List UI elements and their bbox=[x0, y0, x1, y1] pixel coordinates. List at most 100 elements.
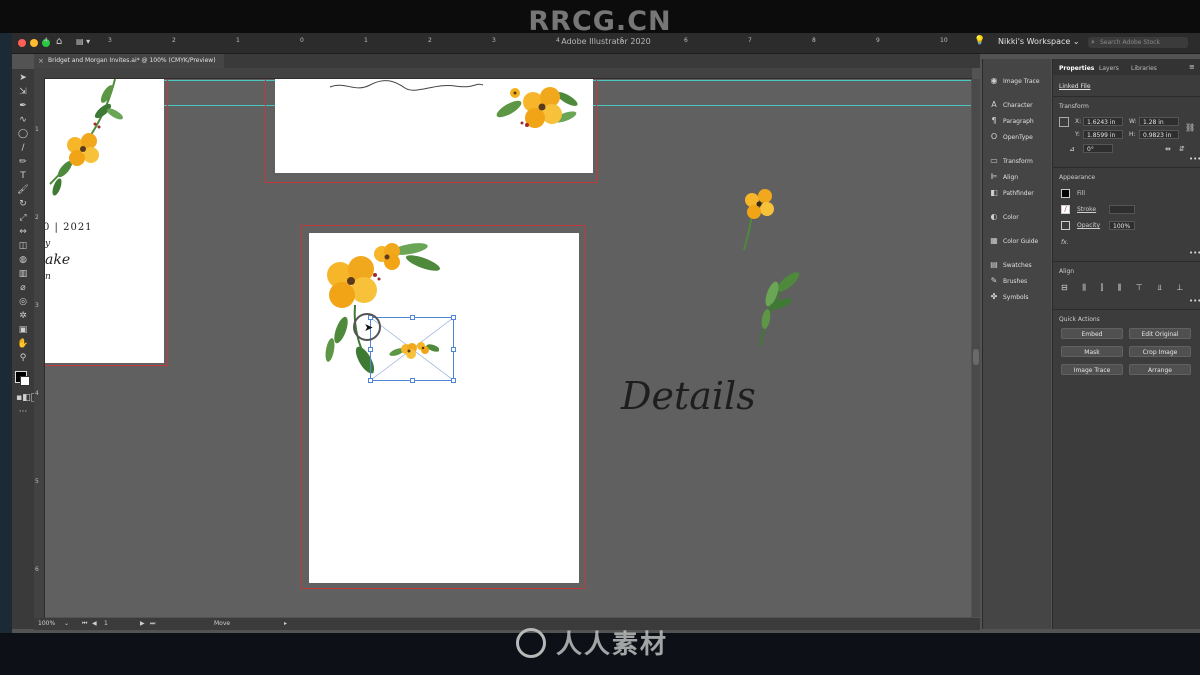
eyedropper-tool-icon[interactable]: ⌀ bbox=[16, 283, 30, 293]
resize-handle[interactable] bbox=[451, 315, 456, 320]
panel-image-trace[interactable]: ◉ Image Trace bbox=[989, 75, 1040, 87]
zoom-level[interactable]: 100% bbox=[38, 618, 55, 630]
resize-handle[interactable] bbox=[451, 378, 456, 383]
artboard-main[interactable]: ➤ bbox=[309, 233, 579, 583]
arrange-button[interactable]: Arrange bbox=[1129, 364, 1191, 375]
pen-tool-icon[interactable]: ✒ bbox=[16, 101, 30, 111]
panel-symbols[interactable]: ✤ Symbols bbox=[989, 291, 1029, 303]
align-buttons-row[interactable]: ⊟ ⫼ ⫿ ⫼ ⊤ ⫫ ⊥ bbox=[1061, 283, 1189, 293]
hand-tool-icon[interactable]: ✋ bbox=[16, 339, 30, 349]
workspace-switcher[interactable]: Nikki's Workspace ⌄ bbox=[998, 37, 1080, 46]
more-tools-icon[interactable]: ··· bbox=[16, 407, 30, 417]
constrain-proportions-icon[interactable]: ⛓ bbox=[1185, 123, 1195, 132]
reference-point-icon[interactable] bbox=[1059, 117, 1069, 127]
panel-menu-icon[interactable]: ≡ bbox=[1189, 63, 1195, 71]
scale-tool-icon[interactable]: ⤢ bbox=[16, 213, 30, 223]
tab-libraries[interactable]: Libraries bbox=[1131, 65, 1157, 72]
width-tool-icon[interactable]: ⇔ bbox=[16, 227, 30, 237]
next-artboard-icon[interactable]: ▶ bbox=[140, 618, 145, 630]
flip-vertical-icon[interactable]: ⇵ bbox=[1179, 145, 1185, 153]
more-options-icon[interactable]: ••• bbox=[1189, 249, 1200, 257]
stroke-weight-field[interactable] bbox=[1109, 205, 1135, 214]
eraser-tool-icon[interactable]: ◫ bbox=[16, 241, 30, 251]
type-tool-icon[interactable]: T bbox=[16, 171, 30, 181]
zoom-dropdown-icon[interactable]: ⌄ bbox=[64, 618, 69, 630]
direct-selection-tool-icon[interactable]: ⇲ bbox=[16, 87, 30, 97]
symbol-sprayer-tool-icon[interactable]: ✲ bbox=[16, 311, 30, 321]
canvas[interactable]: 0 | 2021 y ake n ➤ Details bbox=[45, 79, 971, 617]
horizontal-ruler[interactable] bbox=[34, 68, 972, 79]
stroke-label[interactable]: Stroke bbox=[1077, 206, 1096, 213]
stock-search-input[interactable]: ⌕ Search Adobe Stock bbox=[1088, 37, 1188, 48]
zoom-tool-icon[interactable]: ⚲ bbox=[16, 353, 30, 363]
scroll-thumb[interactable] bbox=[973, 349, 979, 365]
h-field[interactable]: 0.9823 in bbox=[1139, 130, 1179, 139]
panel-character[interactable]: A Character bbox=[989, 99, 1032, 111]
crop-image-button[interactable]: Crop Image bbox=[1129, 346, 1191, 357]
resize-handle[interactable] bbox=[368, 378, 373, 383]
artboard-top[interactable] bbox=[275, 79, 593, 173]
lightbulb-icon[interactable]: 💡 bbox=[974, 36, 985, 46]
gradient-tool-icon[interactable]: ▥ bbox=[16, 269, 30, 279]
effects-fx-button[interactable]: fx. bbox=[1061, 239, 1069, 246]
document-tab[interactable]: × Bridget and Morgan Invites.ai* @ 100% … bbox=[34, 54, 224, 68]
w-field[interactable]: 1.28 in bbox=[1139, 117, 1179, 126]
panel-color-guide[interactable]: ▦ Color Guide bbox=[989, 235, 1038, 247]
details-script-heading[interactable]: Details bbox=[621, 374, 756, 418]
paintbrush-tool-icon[interactable]: 🖌 bbox=[16, 185, 30, 195]
fill-color-swatch[interactable] bbox=[1061, 189, 1070, 198]
panel-brushes[interactable]: ✎ Brushes bbox=[989, 275, 1028, 287]
embed-button[interactable]: Embed bbox=[1061, 328, 1123, 339]
pencil-tool-icon[interactable]: ✏ bbox=[16, 157, 30, 167]
prev-artboard-icon[interactable]: ◀ bbox=[92, 618, 97, 630]
green-leaf-sprig-image[interactable] bbox=[750, 264, 810, 349]
stroke-swatch[interactable] bbox=[20, 376, 30, 386]
more-options-icon[interactable]: ••• bbox=[1189, 297, 1200, 305]
selected-linked-image[interactable] bbox=[368, 315, 456, 383]
ruler-tick-label: 4 bbox=[35, 390, 39, 397]
curvature-tool-icon[interactable]: ∿ bbox=[16, 115, 30, 125]
rotate-tool-icon[interactable]: ↻ bbox=[16, 199, 30, 209]
opacity-label[interactable]: Opacity bbox=[1077, 222, 1100, 229]
opacity-field[interactable]: 100% bbox=[1109, 221, 1135, 230]
status-menu-icon[interactable]: ▸ bbox=[284, 618, 287, 630]
image-trace-button[interactable]: Image Trace bbox=[1061, 364, 1123, 375]
flip-horizontal-icon[interactable]: ⇹ bbox=[1165, 145, 1171, 153]
vertical-scrollbar[interactable] bbox=[972, 79, 980, 617]
tab-properties[interactable]: Properties bbox=[1059, 65, 1094, 72]
panel-color[interactable]: ◐ Color bbox=[989, 211, 1019, 223]
edit-original-button[interactable]: Edit Original bbox=[1129, 328, 1191, 339]
mask-button[interactable]: Mask bbox=[1061, 346, 1123, 357]
blend-tool-icon[interactable]: ◎ bbox=[16, 297, 30, 307]
panel-pathfinder[interactable]: ◧ Pathfinder bbox=[989, 187, 1034, 199]
artboard-tool-icon[interactable]: ▣ bbox=[16, 325, 30, 335]
selection-tool-icon[interactable]: ➤ bbox=[16, 73, 30, 83]
artboard-number[interactable]: 1 bbox=[104, 618, 108, 630]
panel-opentype[interactable]: O OpenType bbox=[989, 131, 1033, 143]
panel-align[interactable]: ⊫ Align bbox=[989, 171, 1019, 183]
rotate-field[interactable]: 0° bbox=[1083, 144, 1113, 153]
artboard-left[interactable]: 0 | 2021 y ake n bbox=[45, 79, 164, 363]
panel-swatches[interactable]: ▤ Swatches bbox=[989, 259, 1031, 271]
resize-handle[interactable] bbox=[451, 347, 456, 352]
last-artboard-icon[interactable]: ⏭ bbox=[150, 618, 155, 630]
floral-wreath-image[interactable] bbox=[45, 79, 135, 209]
first-artboard-icon[interactable]: ⏮ bbox=[82, 618, 87, 630]
ellipse-tool-icon[interactable]: ◯ bbox=[16, 129, 30, 139]
resize-handle[interactable] bbox=[410, 315, 415, 320]
color-mode-icon[interactable]: ▪◧⃠ bbox=[16, 393, 36, 403]
panel-paragraph[interactable]: ¶ Paragraph bbox=[989, 115, 1033, 127]
resize-handle[interactable] bbox=[410, 378, 415, 383]
panel-transform[interactable]: ▭ Transform bbox=[989, 155, 1033, 167]
flower-cluster-image[interactable] bbox=[487, 79, 587, 139]
line-tool-icon[interactable]: / bbox=[16, 143, 30, 153]
y-field[interactable]: 1.8599 in bbox=[1083, 130, 1123, 139]
tab-layers[interactable]: Layers bbox=[1099, 65, 1119, 72]
single-yellow-flower-image[interactable] bbox=[735, 184, 785, 254]
resize-handle[interactable] bbox=[368, 347, 373, 352]
stroke-color-swatch[interactable]: / bbox=[1061, 205, 1070, 214]
linked-file-label[interactable]: Linked File bbox=[1059, 83, 1091, 90]
more-options-icon[interactable]: ••• bbox=[1189, 155, 1200, 163]
shape-builder-tool-icon[interactable]: ◍ bbox=[16, 255, 30, 265]
x-field[interactable]: 1.6243 in bbox=[1083, 117, 1123, 126]
